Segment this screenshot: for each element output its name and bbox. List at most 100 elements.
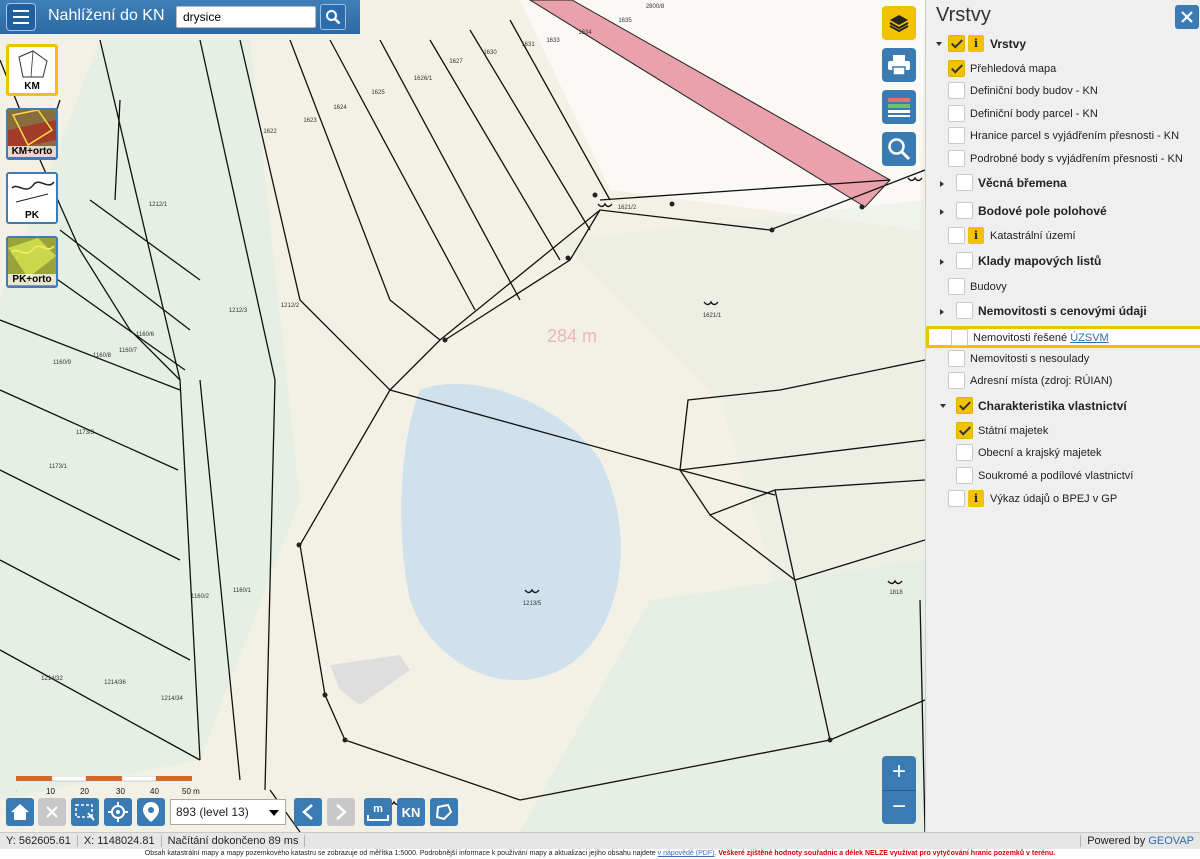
layer-row[interactable]: Podrobné body s vyjádřením přesnosti - K… <box>926 148 1200 170</box>
help-pdf-link[interactable]: v nápovědě (PDF) <box>658 850 715 857</box>
cadastral-map[interactable]: 284 m 1635 2800/8 1634 1633 1631 1630 16… <box>0 0 925 832</box>
caret-right-icon[interactable] <box>940 181 944 187</box>
layer-checkbox[interactable] <box>948 150 965 167</box>
forward-button[interactable] <box>327 798 355 826</box>
layer-row[interactable]: Nemovitosti s nesoulady <box>926 348 1200 370</box>
layer-row[interactable]: Státní majetek <box>926 420 1200 442</box>
layer-row[interactable]: Definiční body parcel - KN <box>926 103 1200 125</box>
layers-button[interactable] <box>882 6 916 40</box>
layer-row[interactable]: Definiční body budov - KN <box>926 80 1200 102</box>
scale-tick: 30 <box>116 787 125 796</box>
zoom-box-button[interactable] <box>71 798 99 826</box>
geovap-link[interactable]: GEOVAP <box>1148 835 1194 847</box>
caret-right-icon[interactable] <box>940 259 944 265</box>
layer-checkbox[interactable] <box>948 350 965 367</box>
caret-down-icon[interactable] <box>936 42 942 46</box>
layer-checkbox[interactable] <box>948 278 965 295</box>
layer-label-text: Obecní a krajský majetek <box>978 447 1102 459</box>
layer-label-text: Nemovitosti řešené <box>973 332 1071 344</box>
map-canvas[interactable]: 284 m 1635 2800/8 1634 1633 1631 1630 16… <box>0 0 925 832</box>
mode-label: PK <box>8 210 56 221</box>
layer-row[interactable]: Adresní místa (zdroj: RÚIAN) <box>926 370 1200 392</box>
layer-checkbox[interactable] <box>956 202 973 219</box>
uzsvm-link[interactable]: ÚZSVM <box>1070 332 1109 344</box>
panel-close-button[interactable] <box>1175 5 1199 29</box>
info-icon[interactable]: i <box>968 490 984 507</box>
caret-right-icon[interactable] <box>940 309 944 315</box>
y-coordinate: Y: 562605.61 <box>0 835 78 847</box>
parcel-label: 1160/8 <box>93 353 112 359</box>
mode-pk-button[interactable]: PK <box>6 172 58 224</box>
layer-row[interactable]: Nemovitosti řešené ÚZSVM <box>926 326 1200 348</box>
layer-row[interactable]: Hranice parcel s vyjádřením přesnosti - … <box>926 125 1200 147</box>
layer-row[interactable]: Přehledová mapa <box>926 58 1200 80</box>
zoom-out-button[interactable]: − <box>882 790 916 824</box>
search-input[interactable] <box>176 6 316 28</box>
parcel-label: 1634 <box>578 30 592 36</box>
zoom-level-value: 893 (level 13) <box>176 805 249 819</box>
layer-row[interactable]: i Katastrální území <box>926 225 1200 247</box>
layer-checkbox[interactable] <box>956 174 973 191</box>
layer-row[interactable]: Bodové pole polohové <box>926 200 1200 222</box>
parcel-label: 1631 <box>521 42 535 48</box>
mode-label: PK+orto <box>8 274 56 285</box>
layer-checkbox[interactable] <box>956 397 973 414</box>
marker-button[interactable] <box>137 798 165 826</box>
layer-row[interactable]: Charakteristika vlastnictví <box>926 395 1200 417</box>
locate-button[interactable] <box>104 798 132 826</box>
caret-right-icon[interactable] <box>940 209 944 215</box>
layer-checkbox[interactable] <box>948 227 965 244</box>
parcel-label: 1214/36 <box>104 680 126 686</box>
layer-row[interactable]: i Vrstvy <box>926 33 1200 55</box>
layer-checkbox[interactable] <box>948 82 965 99</box>
layer-label: Charakteristika vlastnictví <box>978 399 1127 413</box>
search-button[interactable] <box>320 4 346 30</box>
layer-row[interactable]: Nemovitosti s cenovými údaji <box>926 300 1200 322</box>
layer-checkbox[interactable] <box>948 490 965 507</box>
mode-pk-orto-button[interactable]: PK+orto <box>6 236 58 288</box>
layer-checkbox[interactable] <box>948 127 965 144</box>
draw-button[interactable] <box>430 798 458 826</box>
caret-down-icon[interactable] <box>940 404 946 408</box>
layer-checkbox[interactable] <box>956 302 973 319</box>
layer-row[interactable]: Klady mapových listů <box>926 250 1200 272</box>
layer-row[interactable]: Soukromé a podílové vlastnictví <box>926 465 1200 487</box>
layer-checkbox[interactable] <box>956 467 973 484</box>
layer-row[interactable]: Obecní a krajský majetek <box>926 442 1200 464</box>
measure-button[interactable]: m <box>364 798 392 826</box>
layer-label: Klady mapových listů <box>978 254 1101 268</box>
home-button[interactable] <box>6 798 34 826</box>
print-button[interactable] <box>882 48 916 82</box>
clear-button[interactable] <box>38 798 66 826</box>
parcel-label: 1214/32 <box>41 676 63 682</box>
layer-label: Hranice parcel s vyjádřením přesnosti - … <box>970 130 1179 142</box>
mode-km-orto-button[interactable]: KM+orto <box>6 108 58 160</box>
info-icon[interactable]: i <box>968 35 984 52</box>
layer-checkbox[interactable] <box>956 444 973 461</box>
zoom-level-select[interactable]: 893 (level 13) <box>170 799 286 825</box>
layer-checkbox[interactable] <box>951 329 968 346</box>
parcel-label: 1635 <box>618 18 632 24</box>
layer-checkbox[interactable] <box>948 35 965 52</box>
layer-checkbox[interactable] <box>956 422 973 439</box>
layer-checkbox[interactable] <box>948 372 965 389</box>
mode-km-button[interactable]: KM <box>6 44 58 96</box>
layer-checkbox[interactable] <box>948 105 965 122</box>
scale-tick: 10 <box>46 787 55 796</box>
hamburger-icon[interactable] <box>6 3 36 31</box>
layer-label: Vrstvy <box>990 37 1026 51</box>
layer-checkbox[interactable] <box>956 252 973 269</box>
layer-row[interactable]: Budovy <box>926 276 1200 298</box>
zoom-in-button[interactable]: + <box>882 756 916 790</box>
layers-panel: Vrstvy i Vrstvy Přehledová mapa Definiční b… <box>925 0 1200 832</box>
layer-row[interactable]: i Výkaz údajů o BPEJ v GP <box>926 488 1200 510</box>
identify-button[interactable] <box>882 132 916 166</box>
legend-button[interactable] <box>882 90 916 124</box>
back-button[interactable] <box>294 798 322 826</box>
layer-row[interactable]: Věcná břemena <box>926 172 1200 194</box>
identify-magnifier-icon <box>888 138 911 161</box>
layer-checkbox[interactable] <box>948 60 965 77</box>
kn-info-button[interactable]: KN <box>397 798 425 826</box>
parcel-label: 1160/7 <box>119 348 138 354</box>
info-icon[interactable]: i <box>968 227 984 244</box>
